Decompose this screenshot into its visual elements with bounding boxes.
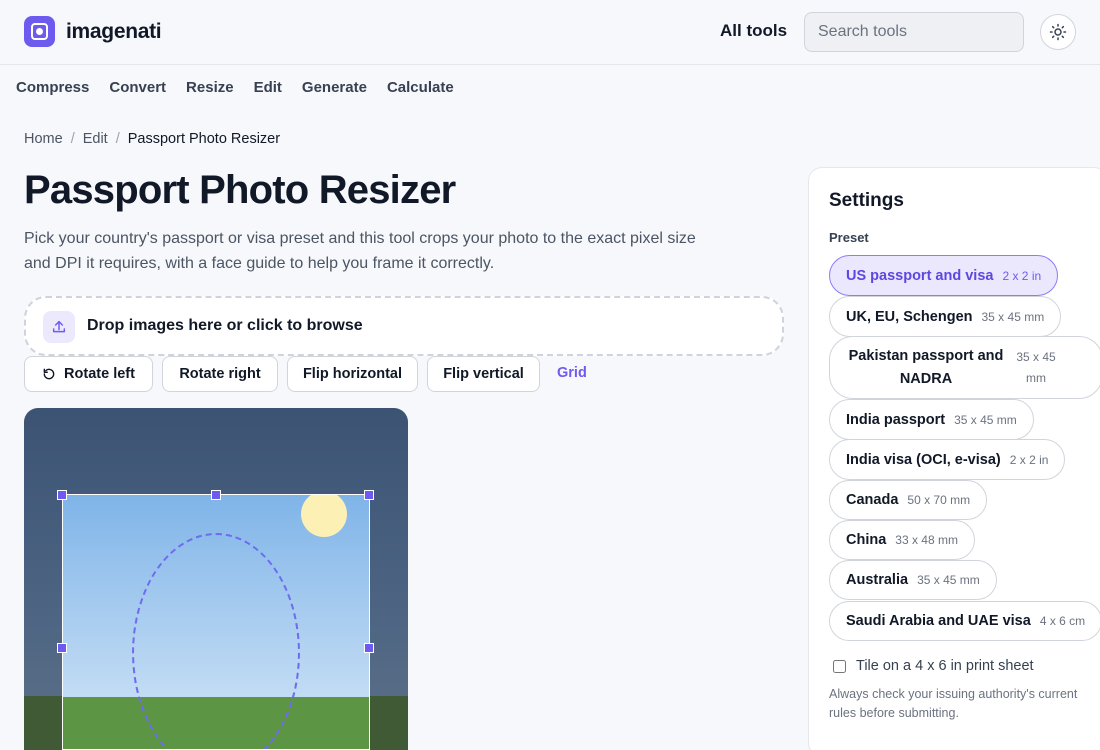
- preset-us-passport[interactable]: US passport and visa 2 x 2 in: [829, 255, 1059, 296]
- breadcrumb: Home / Edit / Passport Photo Resizer: [24, 131, 280, 147]
- preset-size: 2 x 2 in: [1009, 452, 1049, 467]
- rotate-right-button[interactable]: Rotate right: [162, 356, 278, 392]
- preset-name: China: [846, 532, 887, 548]
- brand-name[interactable]: imagenati: [66, 20, 162, 44]
- preset-size: 35 x 45 mm: [1016, 349, 1056, 385]
- preset-australia[interactable]: Australia 35 x 45 mm: [829, 560, 997, 600]
- tile-print-option[interactable]: Tile on a 4 x 6 in print sheet: [833, 658, 1034, 674]
- nav-generate[interactable]: Generate: [302, 79, 367, 96]
- nav-convert[interactable]: Convert: [109, 79, 166, 96]
- nav-compress[interactable]: Compress: [16, 79, 89, 96]
- preset-pakistan[interactable]: Pakistan passport and NADRA 35 x 45 mm: [829, 336, 1100, 399]
- preset-canada[interactable]: Canada 50 x 70 mm: [829, 480, 988, 520]
- preset-name: US passport and visa: [846, 267, 994, 284]
- all-tools-link[interactable]: All tools: [720, 21, 787, 41]
- crop-handle-middle-left[interactable]: [57, 643, 67, 653]
- preset-saudi-uae[interactable]: Saudi Arabia and UAE visa 4 x 6 cm: [829, 601, 1100, 641]
- tile-print-checkbox[interactable]: [833, 659, 846, 673]
- top-header: imagenati All tools: [0, 0, 1100, 65]
- preset-size: 4 x 6 cm: [1039, 614, 1086, 628]
- dropzone-label: Drop images here or click to browse: [87, 317, 363, 334]
- preset-china[interactable]: China 33 x 48 mm: [829, 520, 975, 560]
- preset-name: Australia: [846, 572, 909, 588]
- crop-handle-top-right[interactable]: [364, 490, 374, 500]
- flip-vertical-button[interactable]: Flip vertical: [427, 356, 540, 392]
- photo-canvas[interactable]: [24, 408, 408, 750]
- preset-size: 35 x 45 mm: [917, 573, 980, 587]
- preset-name: Saudi Arabia and UAE visa: [846, 613, 1031, 629]
- preset-size: 50 x 70 mm: [907, 493, 971, 507]
- preset-name: India passport: [846, 411, 946, 428]
- preset-size: 35 x 45 mm: [954, 412, 1017, 427]
- preset-name: India visa (OCI, e-visa): [846, 451, 1001, 468]
- rotate-left-button[interactable]: Rotate left: [24, 356, 153, 392]
- crop-handle-top-center[interactable]: [211, 490, 221, 500]
- rotate-left-label: Rotate left: [64, 366, 135, 382]
- sun-icon: [1049, 23, 1067, 41]
- preset-name: Canada: [846, 492, 899, 508]
- theme-toggle-button[interactable]: [1040, 14, 1076, 50]
- crop-handle-middle-right[interactable]: [364, 643, 374, 653]
- settings-title: Settings: [829, 190, 904, 211]
- preset-label: Preset: [829, 230, 869, 245]
- page-description: Pick your country's passport or visa pre…: [24, 230, 696, 272]
- rotate-left-icon: [43, 368, 55, 380]
- category-nav: Compress Convert Resize Edit Generate Ca…: [16, 79, 454, 96]
- preset-india-passport[interactable]: India passport 35 x 45 mm: [829, 399, 1034, 440]
- breadcrumb-home[interactable]: Home: [24, 131, 63, 147]
- nav-resize[interactable]: Resize: [186, 79, 234, 96]
- image-dropzone[interactable]: Drop images here or click to browse: [24, 296, 784, 356]
- sun-shape: [301, 495, 347, 537]
- breadcrumb-current: Passport Photo Resizer: [127, 131, 281, 147]
- breadcrumb-separator: /: [115, 131, 120, 147]
- logo-icon[interactable]: [24, 16, 55, 47]
- page-title: Passport Photo Resizer: [24, 168, 456, 212]
- preset-uk-eu-schengen[interactable]: UK, EU, Schengen 35 x 45 mm: [829, 296, 1062, 337]
- preset-size: 2 x 2 in: [1002, 268, 1042, 283]
- flip-horizontal-button[interactable]: Flip horizontal: [287, 356, 418, 392]
- nav-edit[interactable]: Edit: [254, 79, 282, 96]
- grid-toggle[interactable]: Grid: [557, 365, 587, 381]
- upload-icon: [43, 311, 75, 343]
- preset-size: 33 x 48 mm: [895, 533, 958, 547]
- preset-india-visa[interactable]: India visa (OCI, e-visa) 2 x 2 in: [829, 439, 1066, 480]
- search-input[interactable]: [804, 12, 1024, 52]
- preset-name: UK, EU, Schengen: [846, 308, 973, 325]
- preset-name: Pakistan passport and NADRA: [848, 347, 1004, 387]
- settings-note: Always check your issuing authority's cu…: [829, 687, 1078, 720]
- preset-size: 35 x 45 mm: [981, 309, 1045, 324]
- breadcrumb-edit[interactable]: Edit: [83, 131, 108, 147]
- nav-calculate[interactable]: Calculate: [387, 79, 454, 96]
- crop-handle-top-left[interactable]: [57, 490, 67, 500]
- face-guide-oval: [132, 533, 300, 749]
- tile-print-label: Tile on a 4 x 6 in print sheet: [856, 658, 1034, 674]
- breadcrumb-separator: /: [70, 131, 75, 147]
- settings-panel: Settings Preset US passport and visa 2 x…: [808, 167, 1100, 750]
- crop-area[interactable]: [62, 494, 370, 750]
